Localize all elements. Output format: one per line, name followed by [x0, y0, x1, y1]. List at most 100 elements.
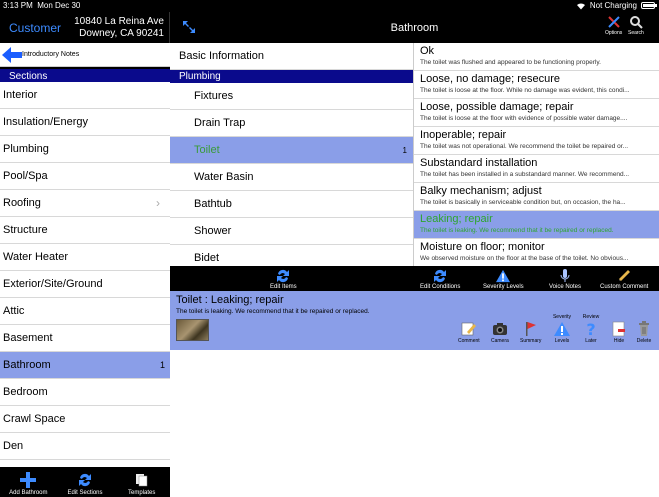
section-item-exterior[interactable]: Exterior/Site/Ground — [0, 271, 170, 298]
section-item-crawl-space[interactable]: Crawl Space — [0, 406, 170, 433]
condition-loose-possible-damage[interactable]: Loose, possible damage; repair The toilet… — [414, 99, 659, 127]
chevron-right-icon: › — [156, 196, 160, 210]
address-line-1: 10840 La Reina Ave — [74, 16, 164, 27]
condition-title: Balky mechanism; adjust — [420, 185, 542, 197]
search-icon — [629, 16, 643, 29]
section-label: Attic — [3, 305, 25, 317]
condition-inoperable[interactable]: Inoperable; repair The toilet was not ope… — [414, 127, 659, 155]
condition-desc: The toilet was not operational. We recom… — [420, 143, 628, 150]
add-section-button[interactable]: Add Bathroom — [0, 467, 57, 497]
hide-label: Hide — [613, 338, 625, 344]
section-item-bedroom[interactable]: Bedroom — [0, 379, 170, 406]
customer-button[interactable]: Customer — [9, 21, 61, 35]
section-item-den[interactable]: Den — [0, 433, 170, 460]
camera-button[interactable]: Camera — [491, 321, 509, 344]
camera-icon — [492, 323, 507, 335]
templates-icon — [135, 474, 147, 487]
section-item-bathroom[interactable]: Bathroom 1 — [0, 352, 170, 379]
delete-button[interactable]: Delete — [636, 321, 652, 344]
page-title: Bathroom — [390, 22, 439, 34]
conditions-toolbar: Edit Conditions Severity Levels Voice No… — [414, 266, 659, 291]
item-fixtures[interactable]: Fixtures — [170, 83, 413, 110]
condition-desc: The toilet is leaking. We recommend that… — [420, 227, 614, 234]
section-item-plumbing[interactable]: Plumbing — [0, 136, 170, 163]
detail-desc: The toilet is leaking. We recommend that… — [176, 308, 370, 315]
options-label: Options — [605, 30, 623, 36]
search-button[interactable]: Search — [628, 15, 644, 36]
severity-button[interactable]: Severity Levels — [553, 314, 571, 344]
section-label: Basement — [3, 332, 53, 344]
condition-desc: The toilet has been installed in a subst… — [420, 171, 630, 178]
search-label: Search — [628, 30, 644, 36]
severity-over-label: Severity — [552, 314, 572, 320]
item-shower[interactable]: Shower — [170, 218, 413, 245]
options-button[interactable]: Options — [605, 15, 622, 36]
item-label: Shower — [194, 225, 232, 237]
item-label: Water Basin — [194, 171, 254, 183]
section-item-pool-spa[interactable]: Pool/Spa — [0, 163, 170, 190]
edit-sections-button[interactable]: Edit Sections — [57, 467, 114, 497]
item-toilet[interactable]: Toilet 1 — [170, 137, 413, 164]
section-label: Bedroom — [3, 386, 48, 398]
condition-loose-no-damage[interactable]: Loose, no damage; resecure The toilet is … — [414, 71, 659, 99]
section-item-interior[interactable]: Interior — [0, 82, 170, 109]
condition-substandard[interactable]: Substandard installation The toilet has b… — [414, 155, 659, 183]
comment-label: Comment — [458, 338, 480, 344]
section-item-basement[interactable]: Basement — [0, 325, 170, 352]
empty-content-area — [170, 350, 659, 497]
severity-levels-button[interactable]: Severity Levels — [483, 266, 524, 291]
delete-label: Delete — [636, 338, 652, 344]
comment-button[interactable]: Comment — [458, 321, 480, 344]
section-label: Interior — [3, 89, 38, 101]
condition-title: Substandard installation — [420, 157, 538, 169]
section-label: Crawl Space — [3, 413, 66, 425]
condition-moisture[interactable]: Moisture on floor; monitor We observed mo… — [414, 239, 659, 266]
item-label: Fixtures — [194, 90, 234, 102]
condition-desc: The toilet is loose at the floor. While … — [420, 87, 630, 94]
section-item-insulation-energy[interactable]: Insulation/Energy — [0, 109, 170, 136]
section-item-structure[interactable]: Structure — [0, 217, 170, 244]
voice-notes-button[interactable]: Voice Notes — [549, 266, 581, 291]
templates-button[interactable]: Templates — [113, 467, 170, 497]
summary-button[interactable]: Summary — [520, 321, 541, 344]
condition-ok[interactable]: Ok The toilet was flushed and appeared to… — [414, 43, 659, 71]
reorder-arrows-icon — [277, 269, 290, 283]
item-label: Drain Trap — [194, 117, 246, 129]
custom-comment-button[interactable]: Custom Comment — [600, 266, 648, 291]
item-drain-trap[interactable]: Drain Trap — [170, 110, 413, 137]
back-arrow-icon — [2, 47, 22, 63]
section-item-attic[interactable]: Attic — [0, 298, 170, 325]
svg-text:?: ? — [586, 321, 595, 337]
voice-notes-label: Voice Notes — [549, 284, 582, 290]
condition-desc: The toilet was flushed and appeared to b… — [420, 59, 601, 66]
condition-balky[interactable]: Balky mechanism; adjust The toilet is bas… — [414, 183, 659, 211]
templates-label: Templates — [128, 490, 156, 496]
back-to-introductory-notes[interactable]: Introductory Notes — [0, 43, 170, 67]
item-count-badge: 1 — [402, 146, 407, 155]
item-bidet[interactable]: Bidet — [170, 245, 413, 266]
section-item-roofing[interactable]: Roofing › — [0, 190, 170, 217]
photo-thumbnail[interactable] — [176, 319, 209, 341]
items-toolbar: Edit Items — [170, 266, 414, 291]
edit-items-button[interactable]: Edit Items — [270, 266, 297, 291]
section-label: Insulation/Energy — [3, 116, 88, 128]
warning-icon — [496, 269, 511, 283]
left-header: Customer 10840 La Reina Ave Downey, CA 9… — [0, 12, 170, 43]
item-basic-information[interactable]: Basic Information — [170, 43, 413, 70]
condition-leaking[interactable]: Leaking; repair The toilet is leaking. We… — [414, 211, 659, 239]
section-item-water-heater[interactable]: Water Heater — [0, 244, 170, 271]
item-water-basin[interactable]: Water Basin — [170, 164, 413, 191]
item-bathtub[interactable]: Bathtub — [170, 191, 413, 218]
reorder-arrows-icon — [434, 269, 447, 283]
property-address: 10840 La Reina Ave Downey, CA 90241 — [74, 16, 164, 40]
edit-conditions-button[interactable]: Edit Conditions — [420, 266, 460, 291]
review-later-button[interactable]: Review ? Later — [583, 314, 599, 344]
warning-icon — [554, 322, 570, 336]
charging-status: Not Charging — [589, 1, 637, 10]
hide-button[interactable]: Hide — [611, 321, 627, 344]
detail-title: Toilet : Leaking; repair — [176, 294, 284, 306]
section-label: Plumbing — [3, 143, 49, 155]
condition-desc: The toilet is loose at the floor with ev… — [420, 115, 628, 122]
pencil-icon — [619, 270, 631, 281]
comment-edit-icon — [461, 322, 476, 336]
